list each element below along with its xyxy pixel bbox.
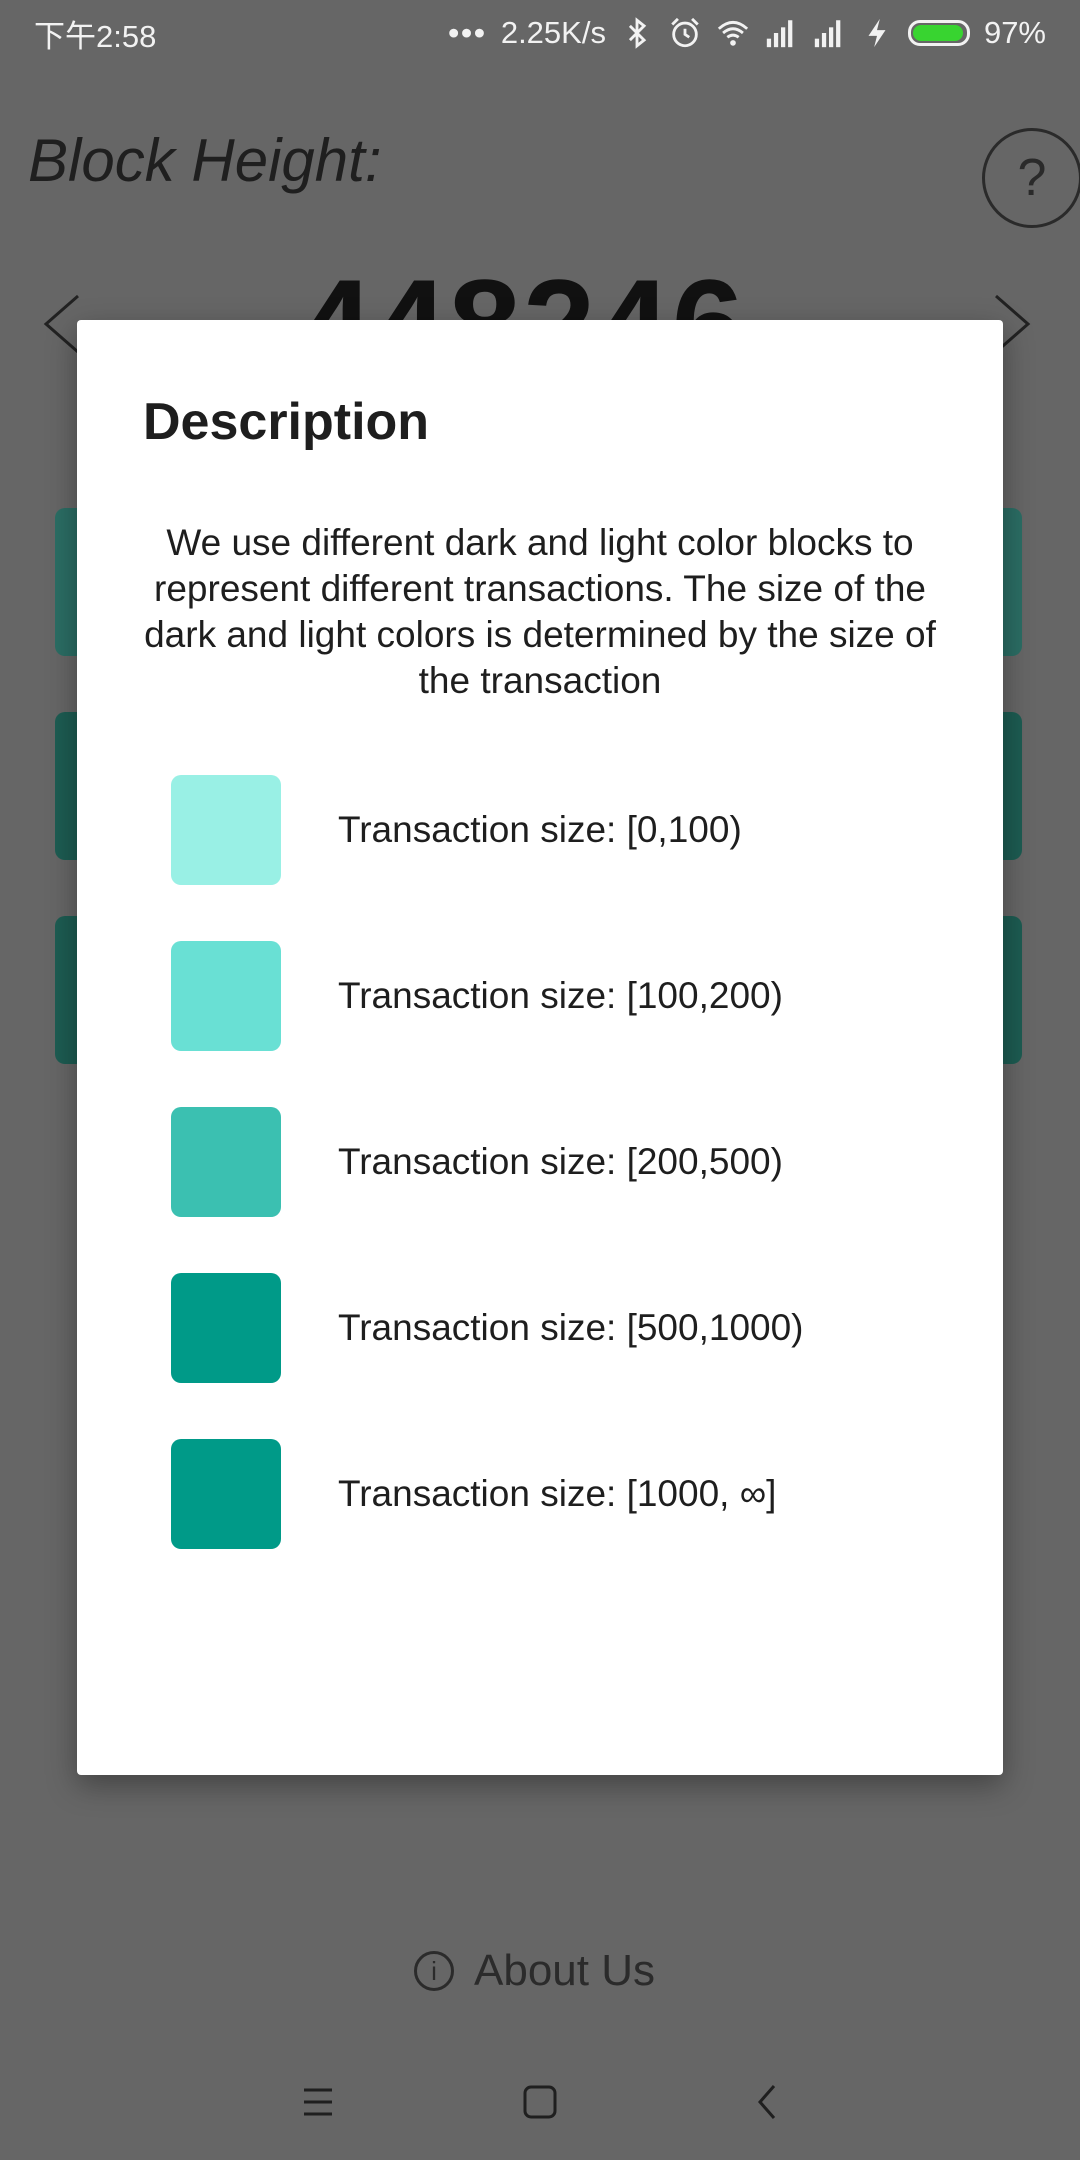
status-bar: 下午2:58 ••• 2.25K/s 97% xyxy=(0,0,1080,66)
about-us-link[interactable]: i About Us xyxy=(414,1946,655,1996)
legend-swatch xyxy=(171,1107,281,1217)
status-icons: ••• 2.25K/s 97% xyxy=(448,15,1046,51)
bluetooth-icon xyxy=(628,17,647,49)
legend-swatch xyxy=(171,775,281,885)
battery-percent: 97% xyxy=(983,15,1046,50)
legend-label: Transaction size: [1000, ∞] xyxy=(338,1473,777,1514)
dialog-title: Description xyxy=(143,393,430,451)
info-icon: i xyxy=(414,1951,454,1991)
description-dialog: Description We use different dark and li… xyxy=(77,320,1003,1775)
notification-dots: ••• xyxy=(448,15,487,50)
battery-icon xyxy=(907,20,970,46)
legend-item: Transaction size: [500,1000) xyxy=(171,1273,804,1383)
menu-icon[interactable] xyxy=(290,2074,346,2130)
signal-icon xyxy=(814,20,841,48)
legend-label: Transaction size: [200,500) xyxy=(338,1141,783,1182)
about-us-label: About Us xyxy=(474,1946,655,1995)
legend-item: Transaction size: [1000, ∞] xyxy=(171,1439,776,1549)
legend-item: Transaction size: [0,100) xyxy=(171,775,742,885)
wifi-icon xyxy=(717,20,749,46)
status-time: 下午2:58 xyxy=(34,18,157,54)
previous-block-icon[interactable] xyxy=(42,292,82,356)
legend-item: Transaction size: [100,200) xyxy=(171,941,783,1051)
back-icon[interactable] xyxy=(740,2074,796,2130)
dialog-description: We use different dark and light color bl… xyxy=(144,522,936,701)
help-icon: ? xyxy=(1017,149,1047,207)
page-title: Block Height: xyxy=(28,127,382,194)
legend-swatch xyxy=(171,941,281,1051)
alarm-icon xyxy=(671,17,699,48)
signal-icon xyxy=(766,20,793,48)
legend-swatch xyxy=(171,1439,281,1549)
legend-label: Transaction size: [0,100) xyxy=(338,809,742,850)
network-speed: 2.25K/s xyxy=(500,15,606,50)
legend-label: Transaction size: [100,200) xyxy=(338,975,783,1016)
legend-swatch xyxy=(171,1273,281,1383)
help-button[interactable]: ? xyxy=(982,128,1080,228)
battery-fill xyxy=(912,25,964,41)
legend-label: Transaction size: [500,1000) xyxy=(338,1307,804,1348)
charging-icon xyxy=(868,18,886,48)
system-nav-bar xyxy=(0,2044,1080,2160)
home-icon[interactable] xyxy=(512,2074,568,2130)
legend-item: Transaction size: [200,500) xyxy=(171,1107,783,1217)
